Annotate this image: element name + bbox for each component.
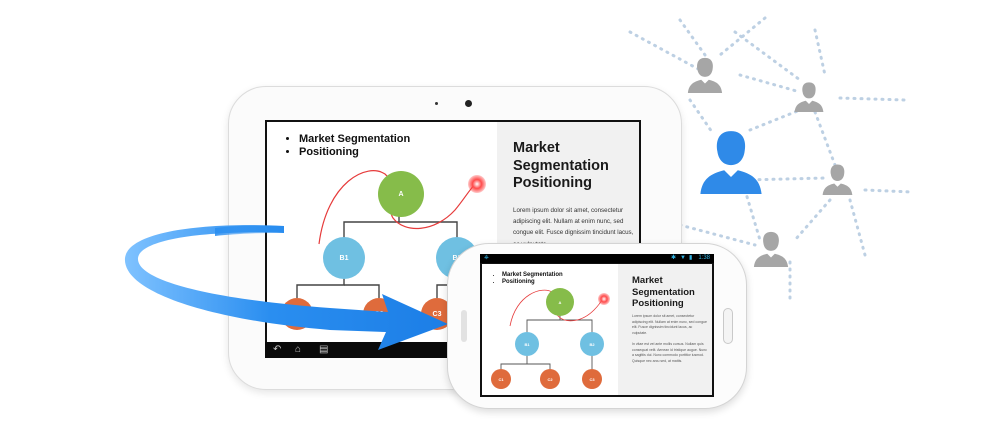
phone-tree-node-a: A xyxy=(546,288,574,316)
slide-title-line: Segmentation xyxy=(632,286,695,298)
phone-status-bar: ⎈ ✱ ▼ ▮ 1:38 xyxy=(480,254,714,263)
battery-icon: ▮ xyxy=(689,255,693,261)
phone-tree-node-b2: B2 xyxy=(580,332,604,356)
bluetooth-icon: ✱ xyxy=(671,255,677,261)
phone-slide-body-text-2: In vitae est vel ante mollis cursus. Nul… xyxy=(632,342,707,363)
phone-tree-node-c3: C3 xyxy=(582,369,602,389)
wifi-icon: ▼ xyxy=(680,255,686,261)
phone-slide-diagram-panel: Market Segmentation Positioning A B1 B2 … xyxy=(482,264,618,395)
phone-home-button[interactable] xyxy=(723,308,733,344)
phone-laser-pointer xyxy=(598,293,610,305)
phone-screen: ⎈ ✱ ▼ ▮ 1:38 Market Segmentation Positio… xyxy=(480,254,714,397)
phone-speaker xyxy=(461,310,467,342)
phone-slide-title: Market Segmentation Positioning xyxy=(632,275,712,310)
phone-tree-node-c2: C2 xyxy=(540,369,560,389)
slide-title-line: Positioning xyxy=(632,298,684,309)
phone-tree-node-b1: B1 xyxy=(515,332,539,356)
usb-icon: ⎈ xyxy=(484,255,489,261)
phone-slide-text-panel: Market Segmentation Positioning Lorem ip… xyxy=(618,264,712,395)
phone-tree-node-c1: C1 xyxy=(491,369,511,389)
slide-title-line: Market xyxy=(632,275,663,286)
status-time: 1:38 xyxy=(698,255,710,261)
phone-slide-body-text: Lorem ipsum dolor sit amet, consectetur … xyxy=(632,314,707,335)
phone-device: ⎈ ✱ ▼ ▮ 1:38 Market Segmentation Positio… xyxy=(447,243,747,409)
